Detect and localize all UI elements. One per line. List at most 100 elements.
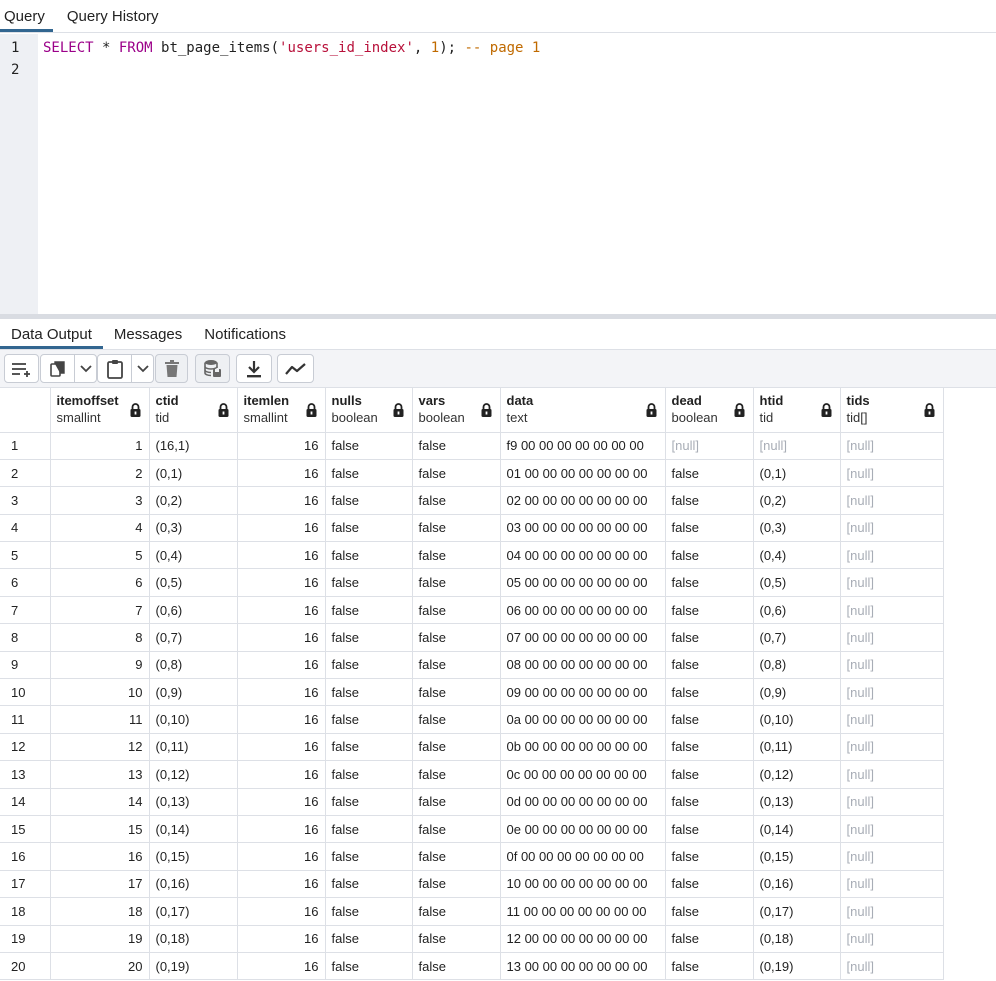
cell-tids[interactable]: [null]	[840, 870, 944, 899]
cell-ctid[interactable]: (0,5)	[149, 568, 238, 597]
cell-htid[interactable]: (0,17)	[753, 897, 841, 926]
cell-data[interactable]: 09 00 00 00 00 00 00 00	[500, 678, 666, 707]
cell-data[interactable]: 01 00 00 00 00 00 00 00	[500, 459, 666, 488]
row-number[interactable]: 1	[0, 432, 51, 460]
cell-htid[interactable]: (0,11)	[753, 733, 841, 762]
cell-ctid[interactable]: (0,3)	[149, 514, 238, 543]
cell-vars[interactable]: false	[412, 815, 501, 844]
cell-nulls[interactable]: false	[325, 623, 413, 652]
cell-ctid[interactable]: (0,8)	[149, 651, 238, 680]
table-row[interactable]: 8 8 (0,7) 16 false false 07 00 00 00 00 00 00 …	[0, 623, 944, 652]
tab-notifications[interactable]: Notifications	[193, 319, 297, 349]
cell-itemoffset[interactable]: 2	[50, 459, 150, 488]
cell-dead[interactable]: false	[665, 623, 754, 652]
cell-nulls[interactable]: false	[325, 486, 413, 515]
copy-button[interactable]	[40, 354, 97, 383]
cell-itemoffset[interactable]: 7	[50, 596, 150, 625]
save-data-button[interactable]	[195, 354, 230, 383]
table-row[interactable]: 18 18 (0,17) 16 false false 11 00 00 00 00 00 …	[0, 897, 944, 926]
cell-itemoffset[interactable]: 12	[50, 733, 150, 762]
cell-tids[interactable]: [null]	[840, 459, 944, 488]
table-row[interactable]: 9 9 (0,8) 16 false false 08 00 00 00 00 00 00 …	[0, 651, 944, 680]
cell-ctid[interactable]: (0,14)	[149, 815, 238, 844]
cell-vars[interactable]: false	[412, 952, 501, 981]
cell-nulls[interactable]: false	[325, 432, 413, 460]
cell-ctid[interactable]: (0,12)	[149, 760, 238, 789]
cell-nulls[interactable]: false	[325, 925, 413, 953]
cell-tids[interactable]: [null]	[840, 514, 944, 543]
sql-editor[interactable]: 1 2 SELECT * FROM bt_page_items('users_i…	[0, 34, 996, 314]
cell-ctid[interactable]: (0,15)	[149, 842, 238, 871]
cell-dead[interactable]: false	[665, 870, 754, 899]
cell-htid[interactable]: (0,2)	[753, 486, 841, 515]
cell-itemoffset[interactable]: 19	[50, 925, 150, 953]
table-row[interactable]: 3 3 (0,2) 16 false false 02 00 00 00 00 00 00 …	[0, 486, 944, 515]
column-header[interactable]: itemlen smallint	[237, 388, 326, 433]
cell-itemlen[interactable]: 16	[237, 596, 326, 625]
cell-nulls[interactable]: false	[325, 815, 413, 844]
cell-vars[interactable]: false	[412, 623, 501, 652]
paste-button[interactable]	[97, 354, 154, 383]
cell-tids[interactable]: [null]	[840, 486, 944, 515]
cell-ctid[interactable]: (0,6)	[149, 596, 238, 625]
cell-itemlen[interactable]: 16	[237, 568, 326, 597]
cell-tids[interactable]: [null]	[840, 596, 944, 625]
row-number[interactable]: 13	[0, 760, 51, 789]
column-header[interactable]: itemoffset smallint	[50, 388, 150, 433]
table-row[interactable]: 5 5 (0,4) 16 false false 04 00 00 00 00 00 00 …	[0, 541, 944, 570]
cell-nulls[interactable]: false	[325, 596, 413, 625]
cell-vars[interactable]: false	[412, 459, 501, 488]
cell-itemlen[interactable]: 16	[237, 815, 326, 844]
table-row[interactable]: 2 2 (0,1) 16 false false 01 00 00 00 00 00 00 …	[0, 459, 944, 488]
cell-ctid[interactable]: (0,19)	[149, 952, 238, 981]
cell-htid[interactable]: (0,6)	[753, 596, 841, 625]
cell-data[interactable]: 10 00 00 00 00 00 00 00	[500, 870, 666, 899]
cell-ctid[interactable]: (0,16)	[149, 870, 238, 899]
tab-query[interactable]: Query	[0, 0, 53, 32]
table-row[interactable]: 16 16 (0,15) 16 false false 0f 00 00 00 00 00 …	[0, 842, 944, 871]
cell-htid[interactable]: (0,3)	[753, 514, 841, 543]
cell-ctid[interactable]: (0,13)	[149, 788, 238, 816]
row-number[interactable]: 9	[0, 651, 51, 680]
cell-tids[interactable]: [null]	[840, 925, 944, 953]
cell-itemlen[interactable]: 16	[237, 925, 326, 953]
cell-data[interactable]: 0a 00 00 00 00 00 00 00	[500, 705, 666, 734]
cell-itemlen[interactable]: 16	[237, 842, 326, 871]
row-number[interactable]: 16	[0, 842, 51, 871]
cell-vars[interactable]: false	[412, 596, 501, 625]
cell-itemlen[interactable]: 16	[237, 514, 326, 543]
table-row[interactable]: 6 6 (0,5) 16 false false 05 00 00 00 00 00 00 …	[0, 568, 944, 597]
cell-ctid[interactable]: (16,1)	[149, 432, 238, 460]
cell-vars[interactable]: false	[412, 760, 501, 789]
cell-htid[interactable]: (0,8)	[753, 651, 841, 680]
cell-itemoffset[interactable]: 14	[50, 788, 150, 816]
cell-htid[interactable]: (0,15)	[753, 842, 841, 871]
cell-itemoffset[interactable]: 3	[50, 486, 150, 515]
cell-htid[interactable]: (0,12)	[753, 760, 841, 789]
row-number[interactable]: 19	[0, 925, 51, 953]
cell-nulls[interactable]: false	[325, 870, 413, 899]
row-number[interactable]: 7	[0, 596, 51, 625]
cell-tids[interactable]: [null]	[840, 815, 944, 844]
column-header[interactable]: data text	[500, 388, 666, 433]
cell-nulls[interactable]: false	[325, 541, 413, 570]
delete-button[interactable]	[155, 354, 188, 383]
cell-itemlen[interactable]: 16	[237, 705, 326, 734]
cell-itemoffset[interactable]: 17	[50, 870, 150, 899]
cell-itemoffset[interactable]: 8	[50, 623, 150, 652]
cell-vars[interactable]: false	[412, 705, 501, 734]
cell-data[interactable]: 07 00 00 00 00 00 00 00	[500, 623, 666, 652]
table-row[interactable]: 13 13 (0,12) 16 false false 0c 00 00 00 00 00 …	[0, 760, 944, 789]
cell-data[interactable]: 0b 00 00 00 00 00 00 00	[500, 733, 666, 762]
cell-itemlen[interactable]: 16	[237, 733, 326, 762]
cell-itemlen[interactable]: 16	[237, 897, 326, 926]
cell-htid[interactable]: (0,4)	[753, 541, 841, 570]
cell-itemlen[interactable]: 16	[237, 432, 326, 460]
cell-itemoffset[interactable]: 13	[50, 760, 150, 789]
column-header[interactable]: ctid tid	[149, 388, 238, 433]
cell-ctid[interactable]: (0,1)	[149, 459, 238, 488]
cell-data[interactable]: 0e 00 00 00 00 00 00 00	[500, 815, 666, 844]
cell-nulls[interactable]: false	[325, 514, 413, 543]
table-row[interactable]: 15 15 (0,14) 16 false false 0e 00 00 00 00 00 …	[0, 815, 944, 844]
cell-itemoffset[interactable]: 9	[50, 651, 150, 680]
